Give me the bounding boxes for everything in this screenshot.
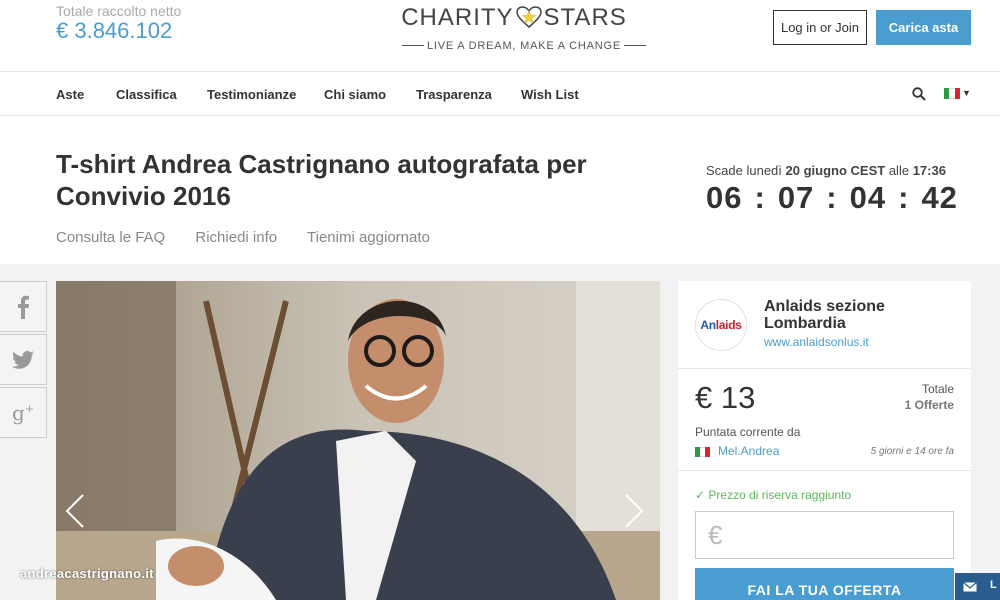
nav-item-testimonianze[interactable]: Testimonianze: [207, 87, 296, 102]
facebook-icon: [18, 295, 29, 319]
bidder-link[interactable]: Mel.Andrea: [718, 444, 779, 458]
logo-text-stars: STARS: [543, 4, 627, 31]
twitter-share-button[interactable]: [0, 334, 47, 385]
request-info-link[interactable]: Richiedi info: [195, 229, 277, 246]
auction-title: T-shirt Andrea Castrignano autografata p…: [56, 149, 587, 211]
expiry-info: Scade lunedì 20 giugno CEST alle 17:36: [706, 163, 946, 178]
euro-icon: €: [708, 520, 723, 550]
countdown-hours: 07: [777, 180, 815, 215]
twitter-icon: [12, 350, 34, 369]
top-header: Totale raccolto netto € 3.846.102 CHARIT…: [0, 0, 1000, 72]
nav-item-aste[interactable]: Aste: [56, 87, 84, 102]
italy-flag-icon: [695, 447, 710, 457]
search-icon[interactable]: [912, 87, 926, 101]
countdown-timer: 06:07:04:42: [706, 180, 958, 215]
chat-button[interactable]: [955, 573, 985, 600]
auction-links: Consulta le FAQ Richiedi info Tienimi ag…: [56, 229, 456, 246]
keep-updated-link[interactable]: Tienimi aggiornato: [307, 229, 430, 246]
reserve-met-message: ✓ Prezzo di riserva raggiunto: [695, 488, 852, 502]
chevron-down-icon[interactable]: ▼: [962, 88, 971, 98]
offer-section: ✓ Prezzo di riserva raggiunto € FAI LA T…: [678, 471, 971, 600]
offer-amount-input[interactable]: €: [695, 511, 954, 559]
logo-text-charity: CHARITY: [401, 4, 514, 31]
google-plus-icon: g+: [11, 400, 35, 425]
charitystars-logo[interactable]: CHARITY STARS LIVE A DREAM, MAKE A CHANG…: [399, 4, 646, 54]
total-raised-value: € 3.846.102: [56, 18, 173, 43]
offers-count[interactable]: 1 Offerte: [905, 398, 954, 412]
current-bid-label: Puntata corrente da: [695, 425, 801, 439]
nav-item-classifica[interactable]: Classifica: [116, 87, 177, 102]
anlaids-logo[interactable]: An laids: [695, 299, 747, 351]
chevron-right-icon[interactable]: [624, 493, 644, 529]
total-label: Totale: [921, 382, 954, 396]
mail-icon: [963, 581, 977, 591]
bid-time-ago: 5 giorni e 14 ore fa: [870, 446, 954, 457]
bid-summary: € 13 Totale 1 Offerte Puntata corrente d…: [678, 369, 971, 471]
countdown-minutes: 04: [849, 180, 887, 215]
photo-watermark: andreacastrignano.it: [20, 566, 154, 581]
facebook-share-button[interactable]: [0, 281, 47, 332]
faq-link[interactable]: Consulta le FAQ: [56, 229, 165, 246]
logo-tagline: LIVE A DREAM, MAKE A CHANGE: [399, 40, 646, 52]
nav-item-chi-siamo[interactable]: Chi siamo: [324, 87, 386, 102]
current-price: € 13: [695, 380, 756, 415]
italy-flag-icon[interactable]: [944, 88, 960, 99]
total-raised-label: Totale raccolto netto: [56, 3, 182, 19]
chevron-left-icon[interactable]: [65, 493, 85, 529]
checkmark-icon: ✓: [695, 488, 706, 502]
countdown-days: 06: [706, 180, 743, 215]
google-plus-share-button[interactable]: g+: [0, 387, 47, 438]
organization-name[interactable]: Anlaids sezione Lombardia: [764, 298, 964, 332]
main-nav: Aste Classifica Testimonianze Chi siamo …: [0, 72, 1000, 116]
nav-item-wish-list[interactable]: Wish List: [521, 87, 579, 102]
organization-website-link[interactable]: www.anlaidsonlus.it: [764, 335, 869, 349]
organization-card: An laids Anlaids sezione Lombardia www.an…: [678, 281, 971, 369]
heart-star-icon: [515, 6, 542, 28]
nav-item-trasparenza[interactable]: Trasparenza: [416, 87, 492, 102]
countdown-seconds: 42: [921, 180, 958, 215]
login-button[interactable]: Log in or Join: [773, 10, 867, 45]
auction-photo[interactable]: [56, 281, 660, 600]
upload-auction-button[interactable]: Carica asta: [876, 10, 971, 45]
chat-label[interactable]: L: [985, 573, 1000, 600]
photo-illustration: [56, 281, 660, 600]
place-bid-button[interactable]: FAI LA TUA OFFERTA: [695, 568, 954, 600]
